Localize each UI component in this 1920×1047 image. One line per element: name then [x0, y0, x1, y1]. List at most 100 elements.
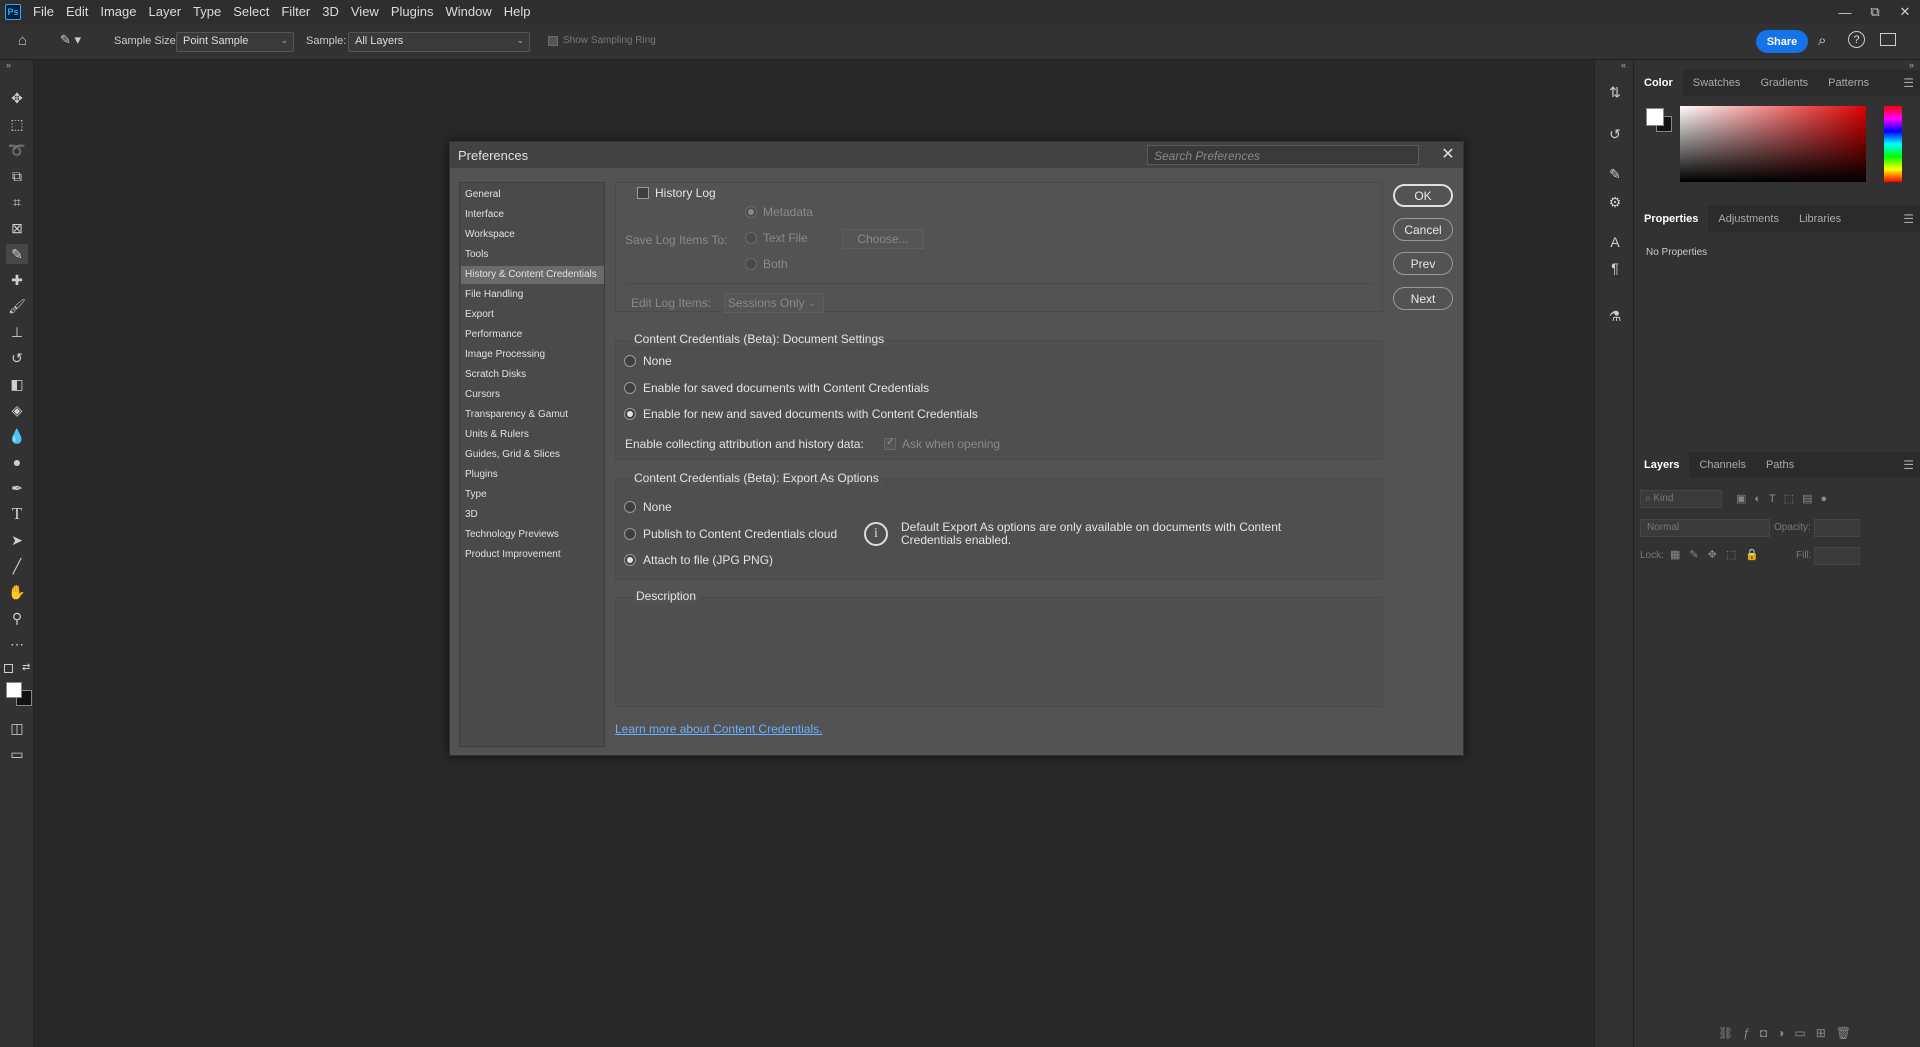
history-states-icon[interactable]: ⇅	[1605, 82, 1625, 102]
edit-log-items-select[interactable]: Sessions Only ⌄	[724, 293, 824, 313]
panel-menu-icon[interactable]: ☰	[1903, 212, 1914, 226]
sample-select[interactable]: All Layers ⌄	[348, 32, 530, 52]
history-brush-tool-icon[interactable]: ↺	[6, 348, 28, 368]
menu-file[interactable]: File	[27, 0, 60, 24]
menu-view[interactable]: View	[345, 0, 385, 24]
nav-item-transparency-gamut[interactable]: Transparency & Gamut	[461, 406, 604, 424]
layer-kind-filter[interactable]: ⌕ Kind	[1640, 490, 1722, 508]
doc-new-saved-radio[interactable]	[624, 408, 636, 420]
tab-patterns[interactable]: Patterns	[1818, 70, 1879, 96]
move-tool-icon[interactable]: ✥	[6, 88, 28, 108]
lock-icons[interactable]: ▦✎✥⬚🔒	[1670, 548, 1768, 561]
panel-menu-icon[interactable]: ☰	[1903, 76, 1914, 90]
attach-file-radio[interactable]	[624, 554, 636, 566]
search-preferences-input[interactable]: Search Preferences	[1147, 145, 1419, 165]
plugins-icon[interactable]: ⚗	[1605, 306, 1625, 326]
next-button[interactable]: Next	[1393, 287, 1453, 310]
choose-button[interactable]: Choose...	[842, 229, 924, 249]
foreground-color-swatch[interactable]	[1646, 108, 1664, 126]
history-icon[interactable]: ↺	[1605, 124, 1625, 144]
ask-when-opening-checkbox[interactable]	[884, 437, 896, 450]
nav-item-type[interactable]: Type	[461, 486, 604, 504]
line-tool-icon[interactable]: ╱	[6, 556, 28, 576]
foreground-color-swatch[interactable]	[6, 682, 22, 698]
tab-properties[interactable]: Properties	[1634, 206, 1709, 232]
tab-gradients[interactable]: Gradients	[1750, 70, 1818, 96]
workspace-icon[interactable]	[1880, 33, 1896, 46]
menu-select[interactable]: Select	[227, 0, 275, 24]
ok-button[interactable]: OK	[1393, 184, 1453, 207]
quick-mask-icon[interactable]: ◫	[6, 718, 28, 738]
show-sampling-ring-checkbox[interactable]	[548, 36, 558, 46]
tab-layers[interactable]: Layers	[1634, 452, 1690, 478]
nav-item-history-content-credentials[interactable]: History & Content Credentials	[461, 266, 604, 284]
tab-paths[interactable]: Paths	[1756, 452, 1804, 478]
menu-image[interactable]: Image	[94, 0, 142, 24]
share-button[interactable]: Share	[1756, 30, 1808, 53]
tab-channels[interactable]: Channels	[1689, 452, 1755, 478]
nav-item-performance[interactable]: Performance	[461, 326, 604, 344]
adjustments-icon[interactable]: ⚙	[1605, 192, 1625, 212]
brush-tool-icon[interactable]: 🖌	[6, 296, 28, 316]
paragraph-icon[interactable]: ¶	[1605, 258, 1625, 278]
layer-filter-icons[interactable]: ▣◐T⬚▤●	[1736, 492, 1835, 505]
dodge-tool-icon[interactable]: ●	[6, 452, 28, 472]
close-icon[interactable]: ✕	[1438, 144, 1458, 164]
collapse-icon[interactable]: »	[1909, 60, 1914, 70]
nav-item-cursors[interactable]: Cursors	[461, 386, 604, 404]
nav-item-product-improvement[interactable]: Product Improvement	[461, 546, 604, 564]
layer-footer-icons[interactable]: ⛓ƒ◘◑▭⊞🗑	[1718, 1026, 1861, 1040]
blur-tool-icon[interactable]: 💧	[6, 426, 28, 446]
metadata-radio[interactable]	[745, 206, 757, 218]
type-tool-icon[interactable]: T	[6, 504, 28, 524]
paint-bucket-tool-icon[interactable]: ◈	[6, 400, 28, 420]
hand-tool-icon[interactable]: ✋	[6, 582, 28, 602]
menu-filter[interactable]: Filter	[275, 0, 316, 24]
menu-window[interactable]: Window	[439, 0, 497, 24]
fill-input[interactable]	[1814, 547, 1860, 565]
nav-item-image-processing[interactable]: Image Processing	[461, 346, 604, 364]
panel-menu-icon[interactable]: ☰	[1903, 458, 1914, 472]
publish-cloud-radio[interactable]	[624, 528, 636, 540]
stamp-tool-icon[interactable]: ⊥	[6, 322, 28, 342]
nav-item-interface[interactable]: Interface	[461, 206, 604, 224]
collapse-icon[interactable]: «	[1621, 60, 1626, 70]
healing-brush-tool-icon[interactable]: ✚	[6, 270, 28, 290]
zoom-tool-icon[interactable]: ⚲	[6, 608, 28, 628]
menu-type[interactable]: Type	[187, 0, 227, 24]
marquee-tool-icon[interactable]: ⬚	[6, 114, 28, 134]
history-log-checkbox[interactable]	[637, 187, 649, 199]
minimize-button[interactable]: —	[1830, 0, 1860, 24]
restore-button[interactable]: ⧉	[1860, 0, 1890, 24]
crop-tool-icon[interactable]: ⌗	[6, 192, 28, 212]
swap-colors-icon[interactable]: ⇄	[22, 662, 30, 673]
eyedropper-tool-icon[interactable]: ✎	[6, 244, 28, 264]
brushes-icon[interactable]: ✎	[1605, 164, 1625, 184]
menu-edit[interactable]: Edit	[60, 0, 94, 24]
object-select-tool-icon[interactable]: ⧉	[6, 166, 28, 186]
collapse-icon[interactable]: »	[6, 60, 11, 70]
both-radio[interactable]	[745, 258, 757, 270]
nav-item-general[interactable]: General	[461, 186, 604, 204]
eraser-tool-icon[interactable]: ◧	[6, 374, 28, 394]
cancel-button[interactable]: Cancel	[1393, 218, 1453, 241]
path-select-tool-icon[interactable]: ➤	[6, 530, 28, 550]
learn-more-link[interactable]: Learn more about Content Credentials.	[615, 722, 822, 736]
nav-item-plugins[interactable]: Plugins	[461, 466, 604, 484]
tab-adjustments[interactable]: Adjustments	[1708, 206, 1789, 232]
menu-help[interactable]: Help	[498, 0, 537, 24]
pen-tool-icon[interactable]: ✒	[6, 478, 28, 498]
text-file-radio[interactable]	[745, 232, 757, 244]
default-colors-icon[interactable]	[4, 664, 13, 673]
eyedropper-preset-icon[interactable]: ✎ ▾	[60, 32, 81, 48]
nav-item-file-handling[interactable]: File Handling	[461, 286, 604, 304]
search-icon[interactable]: ⌕	[1818, 32, 1826, 49]
doc-none-radio[interactable]	[624, 355, 636, 367]
color-field[interactable]	[1680, 106, 1866, 182]
character-icon[interactable]: A	[1605, 232, 1625, 252]
menu-3d[interactable]: 3D	[316, 0, 345, 24]
home-icon[interactable]: ⌂	[18, 32, 38, 52]
help-icon[interactable]: ?	[1848, 31, 1865, 48]
menu-plugins[interactable]: Plugins	[385, 0, 440, 24]
nav-item-guides-grid-slices[interactable]: Guides, Grid & Slices	[461, 446, 604, 464]
